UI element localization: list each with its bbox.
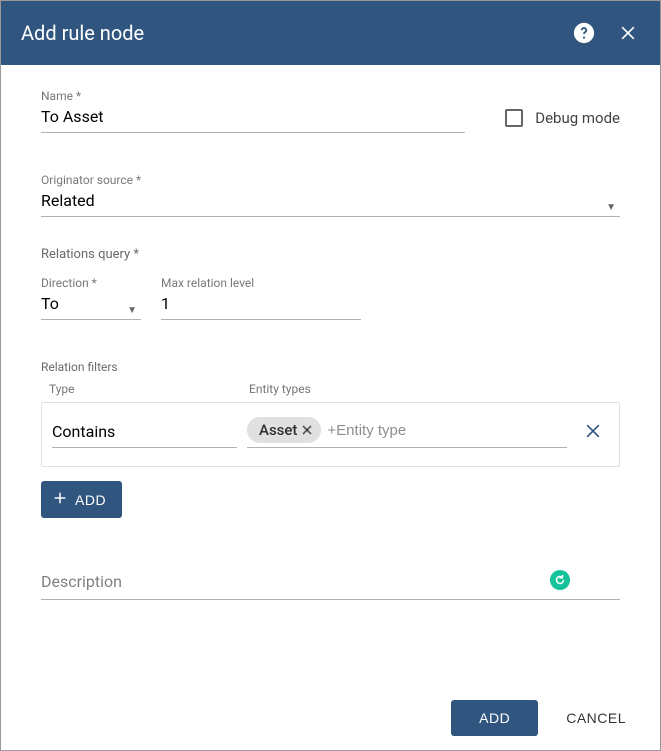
grammarly-icon[interactable] [550,570,570,590]
direction-label: Direction * [41,276,141,290]
direction-select[interactable] [41,290,141,320]
debug-mode-label: Debug mode [535,109,620,127]
help-icon[interactable] [572,21,596,45]
filter-type-input[interactable] [52,418,237,448]
name-input[interactable] [41,103,465,133]
dialog-footer: ADD CANCEL [1,686,660,750]
debug-mode-checkbox[interactable] [505,109,523,127]
originator-source-label: Originator source * [41,173,620,187]
add-filter-label: ADD [75,492,106,508]
max-relation-level-input[interactable] [161,290,361,320]
dialog-content: Name * Debug mode Originator source * ▼ … [1,65,660,624]
filter-header-type: Type [49,382,249,396]
add-button[interactable]: ADD [451,700,538,736]
add-filter-button[interactable]: ADD [41,481,122,518]
relation-filter-row: Asset [41,402,620,467]
relation-filters-label: Relation filters [41,360,620,374]
dialog-header: Add rule node [1,1,660,65]
add-rule-node-dialog: Add rule node Name * [0,0,661,751]
chip-remove-icon[interactable] [299,422,315,438]
entity-type-chip: Asset [247,417,321,443]
dialog-title: Add rule node [21,21,552,45]
name-label: Name * [41,89,465,103]
entity-type-input[interactable] [321,418,567,443]
close-icon[interactable] [616,21,640,45]
remove-filter-icon[interactable] [577,421,609,445]
max-relation-level-label: Max relation level [161,276,361,290]
relations-query-label: Relations query * [41,247,620,262]
filter-header-entity-types: Entity types [249,382,612,396]
plus-icon [51,489,69,510]
dialog-content-scroll[interactable]: Name * Debug mode Originator source * ▼ … [1,65,660,686]
cancel-button[interactable]: CANCEL [562,700,630,736]
originator-source-select[interactable] [41,187,620,217]
chip-label: Asset [259,421,297,439]
description-input[interactable] [41,568,620,600]
entity-types-field[interactable]: Asset [247,417,567,448]
